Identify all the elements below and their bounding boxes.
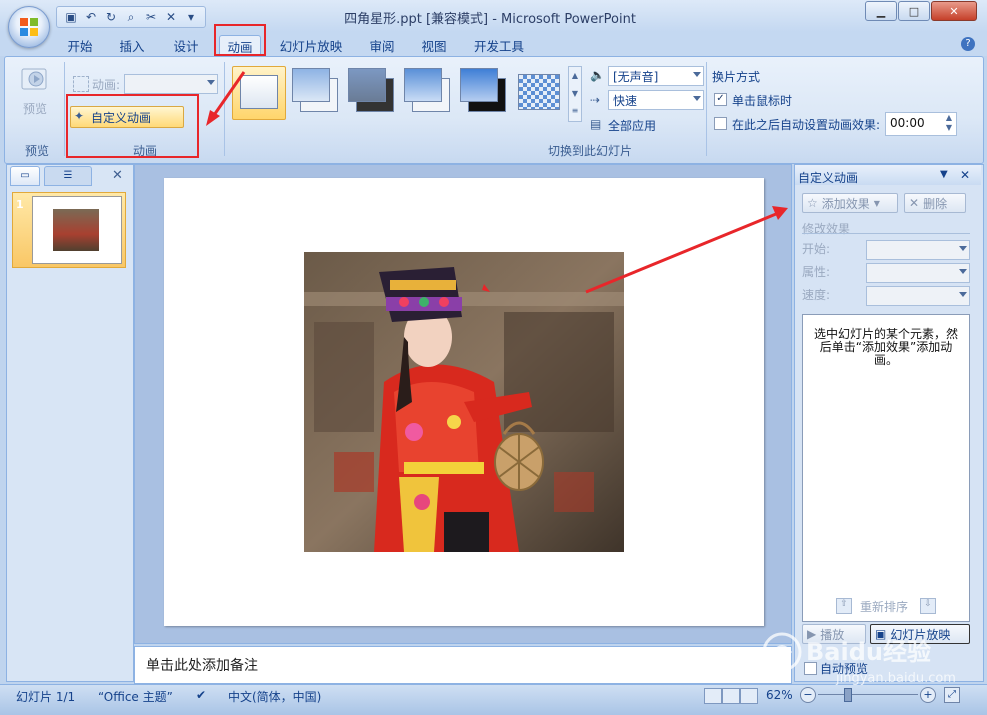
remove-label: 删除 xyxy=(923,196,948,211)
add-effect-icon: ☆ xyxy=(807,196,818,210)
add-effect-button[interactable]: ☆ 添加效果 ▼ xyxy=(802,193,898,213)
add-effect-label: 添加效果 xyxy=(821,196,870,211)
annotation-arrowhead-2 xyxy=(772,206,788,220)
annotation-arrowhead-1 xyxy=(206,110,220,126)
speed-label: 速度: xyxy=(802,288,831,302)
property-dropdown[interactable] xyxy=(866,263,970,283)
animation-list-hint: 选中幻灯片的某个元素，然后单击“添加效果”添加动画。 xyxy=(813,327,958,367)
task-pane-title: 自定义动画 xyxy=(798,171,859,185)
modify-effect-label: 修改效果 xyxy=(802,222,851,236)
speed-dropdown[interactable] xyxy=(866,286,970,306)
start-label: 开始: xyxy=(802,242,831,256)
svg-text:Baidu经验: Baidu经验 xyxy=(806,638,931,666)
remove-icon: ✕ xyxy=(909,196,920,210)
theme-name[interactable]: “Office 主题” xyxy=(98,688,173,705)
move-up-icon[interactable]: ⇧ xyxy=(836,598,852,614)
property-label: 属性: xyxy=(802,265,831,279)
notes-placeholder: 单击此处添加备注 xyxy=(146,658,258,674)
watermark-logo: Baidu经验 jingyan.baidu.com xyxy=(762,632,956,686)
move-down-icon[interactable]: ⇩ xyxy=(920,598,936,614)
divider xyxy=(802,233,970,234)
normal-view-icon[interactable] xyxy=(704,688,722,704)
zoom-level[interactable]: 62% xyxy=(766,688,793,702)
remove-effect-button[interactable]: ✕ 删除 xyxy=(904,193,966,213)
reorder-label: 重新排序 xyxy=(860,600,909,614)
spellcheck-icon[interactable]: ✔ xyxy=(196,688,206,702)
annotation-arrow-2 xyxy=(585,212,777,294)
slideshow-view-icon[interactable] xyxy=(740,688,758,704)
task-pane-menu-icon[interactable]: ▼ xyxy=(940,169,948,180)
office-button[interactable] xyxy=(8,6,50,48)
chevron-down-icon: ▼ xyxy=(873,198,880,208)
zoom-slider-track[interactable] xyxy=(818,694,918,695)
slide-sorter-icon[interactable] xyxy=(722,688,740,704)
chevron-down-icon xyxy=(959,292,967,297)
start-dropdown[interactable] xyxy=(866,240,970,260)
chevron-down-icon xyxy=(959,246,967,251)
annotation-arrow-1 xyxy=(210,71,246,119)
svg-text:jingyan.baidu.com: jingyan.baidu.com xyxy=(835,671,956,686)
task-pane-close-icon[interactable]: ✕ xyxy=(960,168,970,182)
language-status[interactable]: 中文(简体，中国) xyxy=(228,688,321,705)
zoom-slider-thumb[interactable] xyxy=(844,688,852,702)
chevron-down-icon xyxy=(959,269,967,274)
slide-count: 幻灯片 1/1 xyxy=(16,690,76,704)
office-logo-icon xyxy=(20,18,38,36)
